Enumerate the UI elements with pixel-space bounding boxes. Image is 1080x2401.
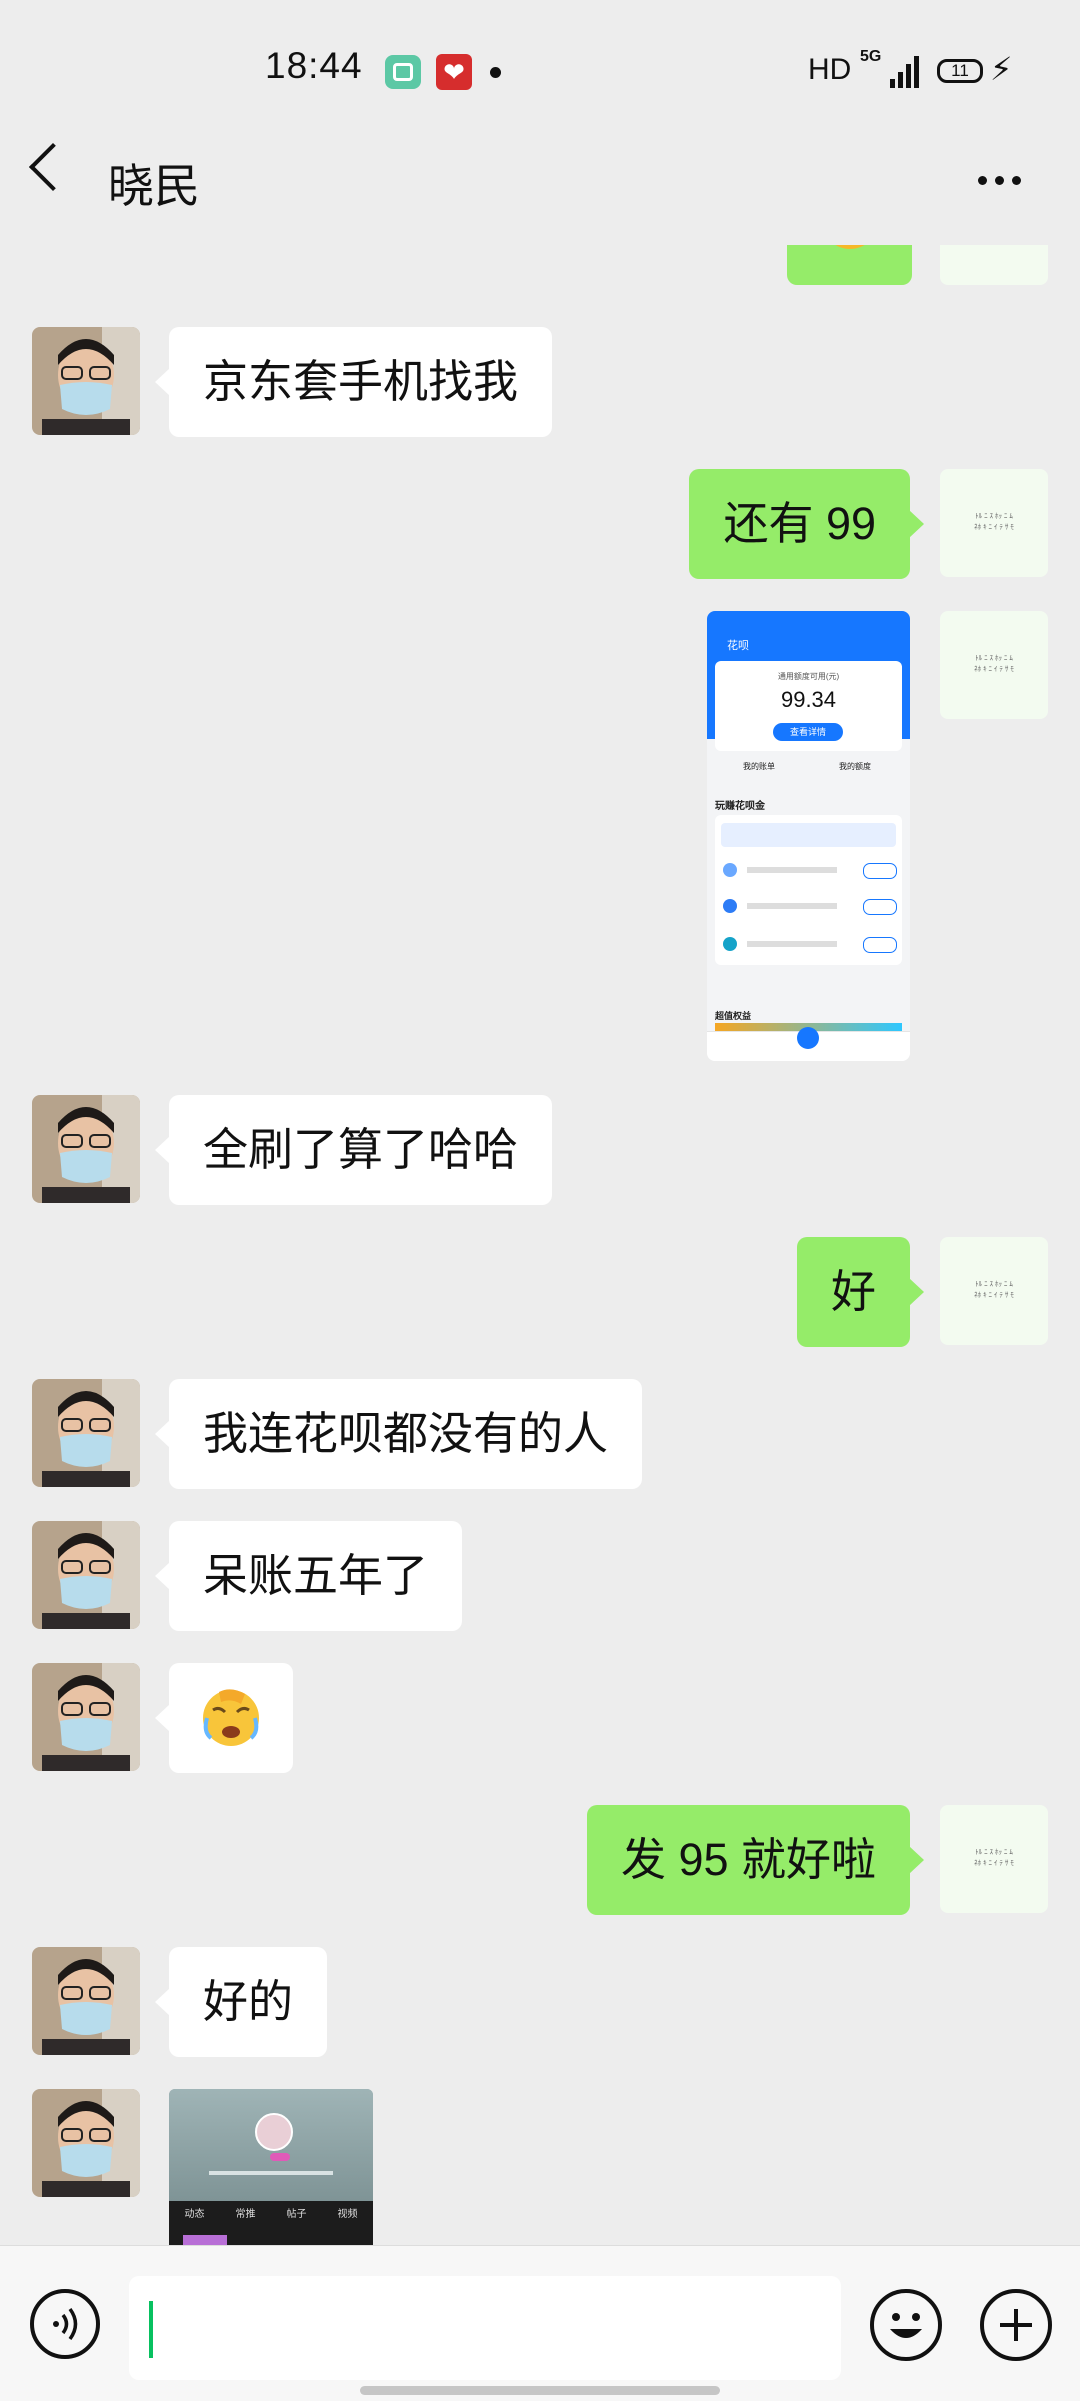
image-section-title: 玩赚花呗金 bbox=[715, 801, 765, 812]
friend-avatar-photo bbox=[32, 1663, 140, 1771]
message-input[interactable] bbox=[129, 2276, 841, 2380]
status-time: 18:44 bbox=[265, 45, 363, 86]
image-my-limit: 我的额度 bbox=[839, 762, 871, 771]
plus-icon[interactable] bbox=[980, 2289, 1052, 2361]
battery-icon: 11 bbox=[937, 59, 983, 83]
my-avatar[interactable]: ﾄﾙ ﾆ ｽ ﾎｯ ﾆ ﾑﾈﾎ ｷ ﾆ ｲ ﾃ ｻ ﾓ bbox=[940, 1805, 1048, 1913]
image-app-title: 花呗 bbox=[727, 640, 749, 652]
contact-name: 晓民 bbox=[108, 160, 200, 212]
image-benefits-title: 超值权益 bbox=[715, 1011, 752, 1021]
message-bubble[interactable]: 呆账五年了 bbox=[154, 1521, 463, 1631]
friend-avatar-photo bbox=[32, 2089, 140, 2197]
chat-area[interactable]: ﾄﾙ ﾆ ｽ ﾎｯ ﾆ ﾑﾈﾎ ｷ ﾆ ｲ ﾃ ｻ ﾓ 京东套手机找我 还有 9… bbox=[0, 245, 1080, 2245]
friend-avatar[interactable] bbox=[32, 1095, 140, 1203]
message-emoji-bubble[interactable] bbox=[155, 1663, 293, 1773]
profile-avatar-icon bbox=[255, 2113, 293, 2151]
message-bubble[interactable]: 好 bbox=[796, 1237, 925, 1347]
voice-icon[interactable] bbox=[30, 2289, 100, 2359]
notification-dot-icon bbox=[490, 67, 501, 78]
home-indicator[interactable] bbox=[360, 2386, 720, 2395]
my-avatar[interactable]: ﾄﾙ ﾆ ｽ ﾎｯ ﾆ ﾑﾈﾎ ｷ ﾆ ｲ ﾃ ｻ ﾓ bbox=[940, 469, 1048, 577]
friend-avatar[interactable] bbox=[32, 1379, 140, 1487]
heart-app-icon: ❤ bbox=[436, 54, 472, 90]
network-type: 5G bbox=[860, 48, 882, 65]
input-bar bbox=[0, 2245, 1080, 2401]
image-amount: 99.34 bbox=[780, 687, 837, 712]
friend-avatar[interactable] bbox=[32, 1521, 140, 1629]
friend-avatar-photo bbox=[32, 327, 140, 435]
my-avatar[interactable]: ﾄﾙ ﾆ ｽ ﾎｯ ﾆ ﾑﾈﾎ ｷ ﾆ ｲ ﾃ ｻ ﾓ bbox=[940, 1237, 1048, 1345]
emoji-icon[interactable] bbox=[870, 2289, 942, 2361]
friend-avatar[interactable] bbox=[32, 1947, 140, 2055]
status-bar: 18:44 ❤ HD 5G 11 ⚡ bbox=[0, 0, 1080, 140]
image-limit-label: 通用额度可用(元) bbox=[777, 672, 840, 681]
friend-avatar[interactable] bbox=[32, 327, 140, 435]
gallery-icon bbox=[385, 55, 421, 89]
image-message-profile[interactable]: 动态 常推 帖子 视频 bbox=[169, 2089, 373, 2245]
message-bubble[interactable]: 京东套手机找我 bbox=[154, 327, 553, 437]
friend-avatar-photo bbox=[32, 1521, 140, 1629]
image-my-bill: 我的账单 bbox=[743, 762, 775, 771]
my-avatar[interactable]: ﾄﾙ ﾆ ｽ ﾎｯ ﾆ ﾑﾈﾎ ｷ ﾆ ｲ ﾃ ｻ ﾓ bbox=[940, 245, 1048, 285]
friend-avatar-photo bbox=[32, 1095, 140, 1203]
friend-avatar[interactable] bbox=[32, 1663, 140, 1771]
message-bubble[interactable]: 还有 99 bbox=[689, 469, 924, 579]
profile-tab: 动态 bbox=[184, 2209, 205, 2220]
signal-icon bbox=[890, 54, 920, 88]
message-bubble[interactable]: 全刷了算了哈哈 bbox=[154, 1095, 553, 1205]
profile-tab: 帖子 bbox=[286, 2209, 307, 2220]
friend-avatar[interactable] bbox=[32, 2089, 140, 2197]
message-emoji-partial[interactable] bbox=[787, 245, 912, 285]
hd-indicator: HD bbox=[808, 53, 852, 86]
image-detail-button: 查看详情 bbox=[773, 723, 843, 741]
text-cursor bbox=[149, 2301, 153, 2358]
profile-tab: 视频 bbox=[337, 2209, 358, 2220]
charging-icon: ⚡ bbox=[990, 51, 1013, 87]
friend-avatar-photo bbox=[32, 1947, 140, 2055]
message-bubble[interactable]: 好的 bbox=[154, 1947, 328, 2057]
friend-avatar-photo bbox=[32, 1379, 140, 1487]
my-avatar[interactable]: ﾄﾙ ﾆ ｽ ﾎｯ ﾆ ﾑﾈﾎ ｷ ﾆ ｲ ﾃ ｻ ﾓ bbox=[940, 611, 1048, 719]
facepalm-crying-emoji-icon bbox=[203, 1689, 259, 1746]
message-bubble[interactable]: 我连花呗都没有的人 bbox=[154, 1379, 643, 1489]
profile-tab: 常推 bbox=[235, 2209, 256, 2220]
message-bubble[interactable]: 发 95 就好啦 bbox=[586, 1805, 925, 1915]
image-message-huabei[interactable]: 花呗 通用额度可用(元) 99.34 查看详情 我的账单 我的额度 玩赚花呗金 … bbox=[707, 611, 910, 1061]
more-options-icon[interactable] bbox=[978, 172, 1029, 190]
battery-level: 11 bbox=[951, 61, 969, 80]
